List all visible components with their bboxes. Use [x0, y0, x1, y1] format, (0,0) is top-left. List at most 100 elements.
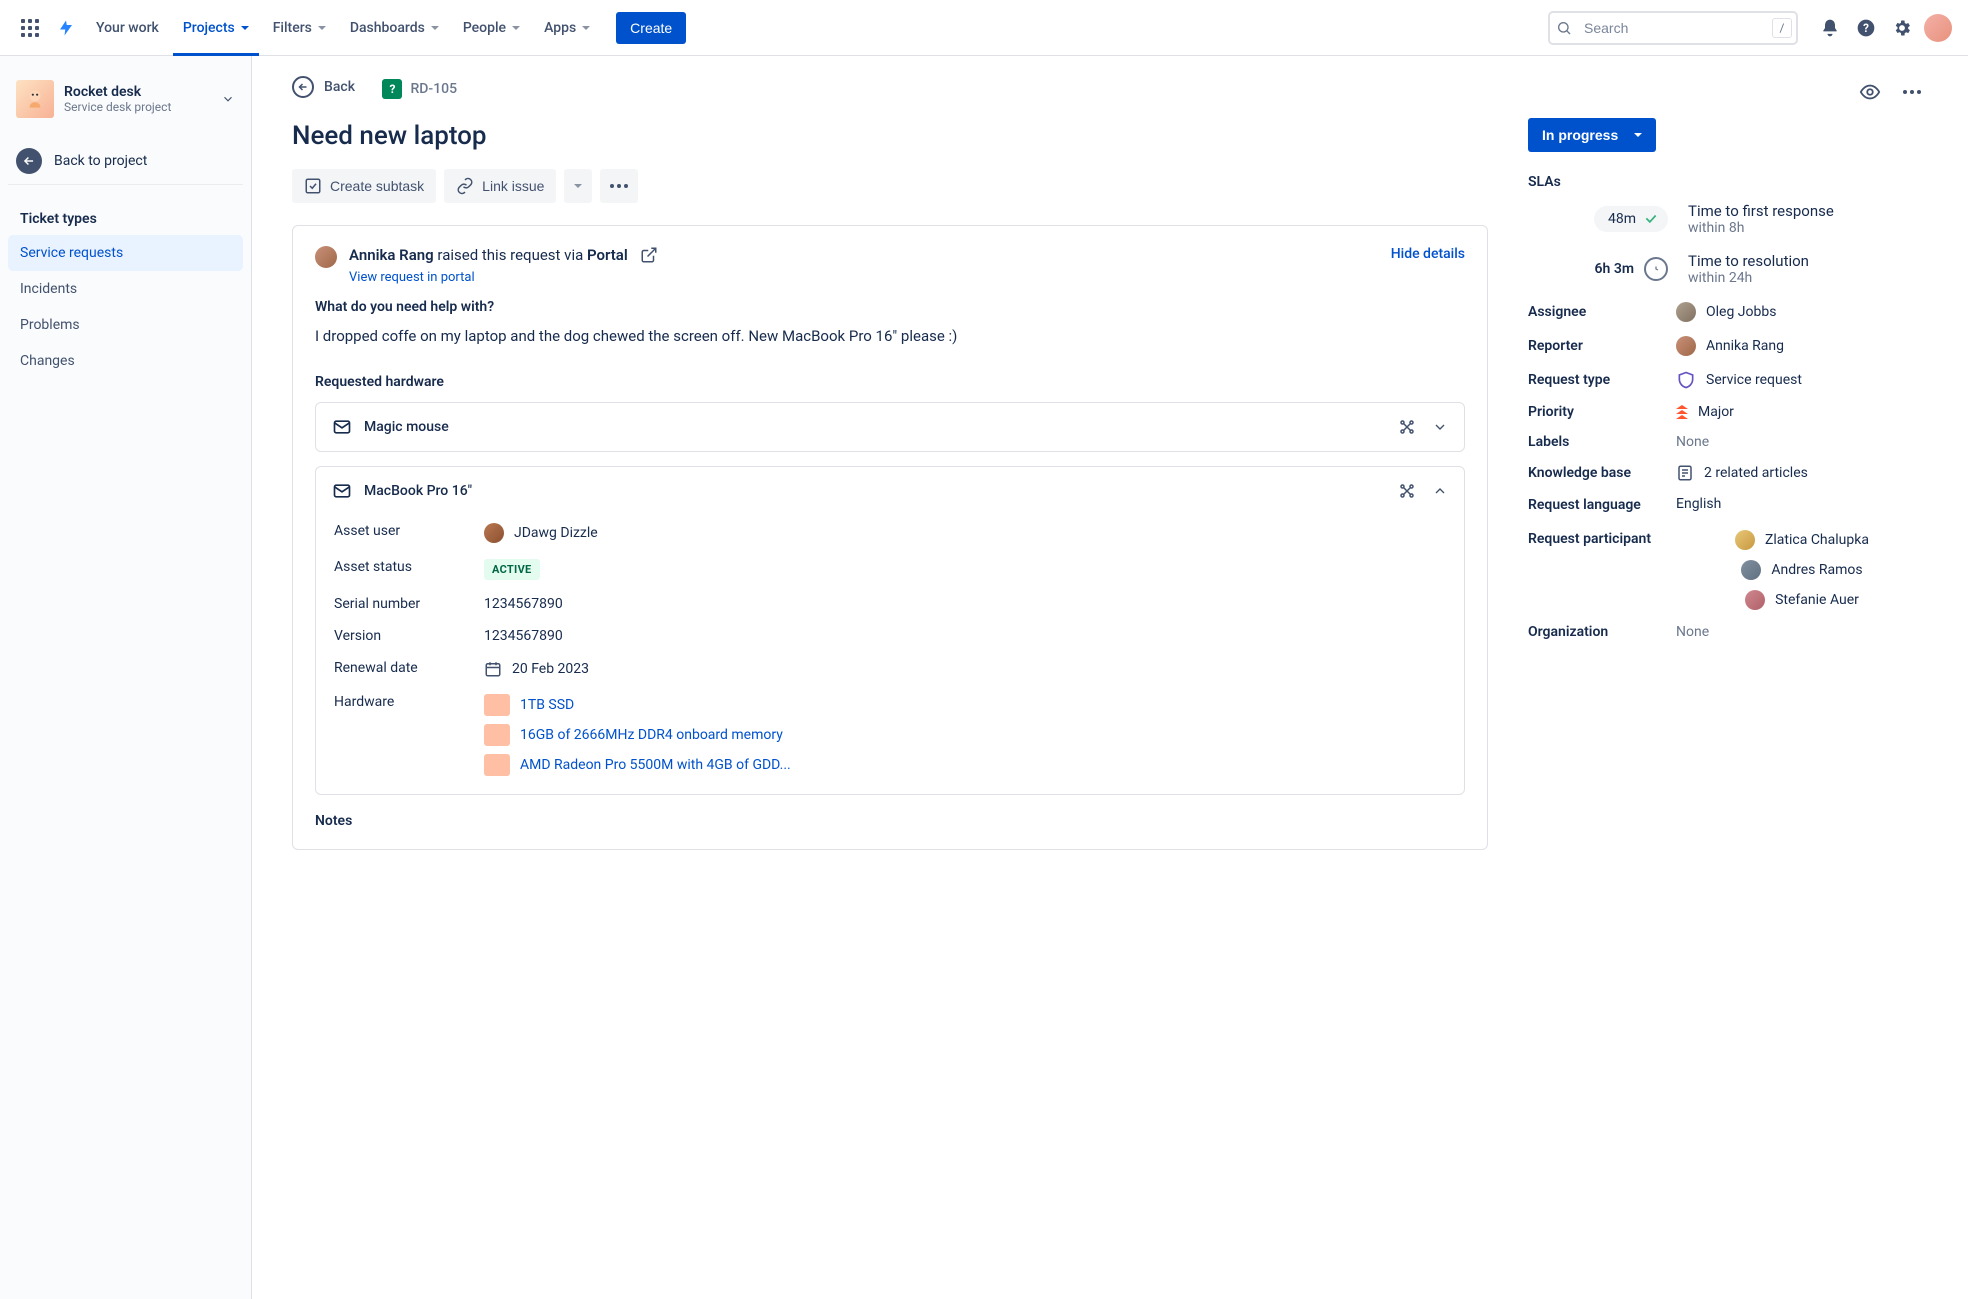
meta-request-type[interactable]: Request type Service request — [1528, 370, 1928, 390]
req-lang-value: English — [1676, 496, 1928, 512]
create-button[interactable]: Create — [616, 12, 686, 44]
hide-details-link[interactable]: Hide details — [1391, 246, 1465, 262]
sla-desc: Time to resolution — [1688, 252, 1809, 270]
assignee-key: Assignee — [1528, 304, 1676, 320]
req-part-key: Request participant — [1528, 530, 1676, 550]
nav-your-work-label: Your work — [96, 20, 159, 36]
settings-icon[interactable] — [1886, 12, 1918, 44]
meta-request-participant[interactable]: Request participant Zlatica Chalupka And… — [1528, 530, 1928, 610]
nav-your-work[interactable]: Your work — [86, 0, 169, 56]
assignee-value: Oleg Jobbs — [1706, 304, 1776, 320]
issue-type-icon: ? — [382, 79, 402, 99]
issue-title[interactable]: Need new laptop — [292, 121, 1488, 151]
project-picker[interactable]: Rocket desk Service desk project — [8, 80, 243, 138]
mail-icon — [332, 481, 352, 501]
hardware-link[interactable]: 16GB of 2666MHz DDR4 onboard memory — [520, 727, 783, 743]
raised-middle: raised this request via — [434, 246, 587, 264]
sidebar-item-incidents[interactable]: Incidents — [8, 271, 243, 307]
hardware-item-name: MacBook Pro 16" — [364, 483, 472, 499]
sidebar-group-header: Ticket types — [8, 203, 243, 235]
participant-avatar — [1735, 530, 1755, 550]
status-label: In progress — [1542, 127, 1618, 143]
more-icon — [610, 184, 628, 188]
org-key: Organization — [1528, 624, 1676, 640]
raised-via-text: Annika Rang raised this request via Port… — [349, 246, 628, 285]
requested-hardware-heading: Requested hardware — [315, 374, 1465, 390]
nav-filters[interactable]: Filters — [263, 0, 336, 56]
create-subtask-button[interactable]: Create subtask — [292, 169, 436, 203]
app-switcher-icon[interactable] — [14, 12, 46, 44]
serial-number-value: 1234567890 — [484, 596, 1446, 612]
notes-heading: Notes — [315, 813, 1465, 829]
back-to-project-link[interactable]: Back to project — [8, 138, 243, 185]
search-input[interactable] — [1548, 11, 1798, 45]
meta-request-language[interactable]: Request language English — [1528, 496, 1928, 516]
asset-user-value: JDawg Dizzle — [514, 525, 598, 541]
meta-priority[interactable]: Priority Major — [1528, 404, 1928, 420]
view-in-portal-link[interactable]: View request in portal — [349, 270, 628, 285]
back-link-label: Back — [324, 79, 355, 95]
hardware-item-header[interactable]: Magic mouse — [316, 403, 1464, 451]
sla-sub: within 24h — [1688, 270, 1809, 286]
reporter-value: Annika Rang — [1706, 338, 1784, 354]
chevron-down-icon — [512, 26, 520, 30]
notifications-icon[interactable] — [1814, 12, 1846, 44]
sla-row: 48m Time to first response within 8h — [1528, 202, 1928, 236]
hardware-swatch-icon — [484, 754, 510, 776]
mail-icon — [332, 417, 352, 437]
link-issue-dropdown[interactable] — [564, 169, 592, 203]
sidebar-item-service-requests[interactable]: Service requests — [8, 235, 243, 271]
watch-icon[interactable] — [1854, 76, 1886, 108]
org-value: None — [1676, 624, 1928, 640]
issue-key[interactable]: ? RD-105 — [382, 79, 457, 99]
status-dropdown[interactable]: In progress — [1528, 118, 1656, 152]
link-issue-label: Link issue — [482, 178, 544, 194]
hardware-link[interactable]: AMD Radeon Pro 5500M with 4GB of GDD... — [520, 757, 791, 773]
meta-assignee[interactable]: Assignee Oleg Jobbs — [1528, 302, 1928, 322]
meta-organization[interactable]: Organization None — [1528, 624, 1928, 640]
product-logo-icon[interactable] — [50, 12, 82, 44]
chevron-down-icon[interactable] — [1432, 419, 1448, 435]
meta-knowledge-base[interactable]: Knowledge base 2 related articles — [1528, 464, 1928, 482]
kb-key: Knowledge base — [1528, 465, 1676, 481]
user-avatar — [484, 523, 504, 543]
participant-item: Stefanie Auer — [1745, 590, 1859, 610]
link-issue-button[interactable]: Link issue — [444, 169, 556, 203]
profile-avatar[interactable] — [1922, 12, 1954, 44]
nav-projects[interactable]: Projects — [173, 0, 259, 56]
version-key: Version — [334, 628, 484, 644]
project-type: Service desk project — [64, 100, 171, 114]
request-details-panel: Annika Rang raised this request via Port… — [292, 225, 1488, 850]
chevron-down-icon — [1634, 133, 1642, 137]
sidebar-item-changes[interactable]: Changes — [8, 343, 243, 379]
priority-value: Major — [1698, 404, 1734, 420]
reporter-key: Reporter — [1528, 338, 1676, 354]
sla-time: 6h 3m — [1595, 261, 1634, 277]
chevron-up-icon[interactable] — [1432, 483, 1448, 499]
external-link-icon[interactable] — [640, 246, 658, 264]
chevron-down-icon — [241, 26, 249, 30]
asset-link-icon[interactable] — [1398, 482, 1416, 500]
chevron-down-icon — [431, 26, 439, 30]
sidebar-item-problems[interactable]: Problems — [8, 307, 243, 343]
nav-dashboards[interactable]: Dashboards — [340, 0, 449, 56]
serial-number-key: Serial number — [334, 596, 484, 612]
back-link[interactable]: Back — [292, 76, 355, 98]
meta-reporter[interactable]: Reporter Annika Rang — [1528, 336, 1928, 356]
asset-link-icon[interactable] — [1398, 418, 1416, 436]
nav-people[interactable]: People — [453, 0, 530, 56]
hardware-link[interactable]: 1TB SSD — [520, 697, 574, 713]
hardware-swatch-icon — [484, 724, 510, 746]
help-icon[interactable]: ? — [1850, 12, 1882, 44]
article-icon — [1676, 464, 1694, 482]
arrow-left-icon — [292, 76, 314, 98]
hardware-item-header[interactable]: MacBook Pro 16" — [316, 467, 1464, 515]
hardware-swatch-icon — [484, 694, 510, 716]
more-icon[interactable] — [1896, 76, 1928, 108]
nav-filters-label: Filters — [273, 20, 312, 36]
nav-apps[interactable]: Apps — [534, 0, 600, 56]
more-actions-button[interactable] — [600, 169, 638, 203]
check-icon — [1644, 212, 1658, 226]
sla-desc: Time to first response — [1688, 202, 1834, 220]
meta-labels[interactable]: Labels None — [1528, 434, 1928, 450]
